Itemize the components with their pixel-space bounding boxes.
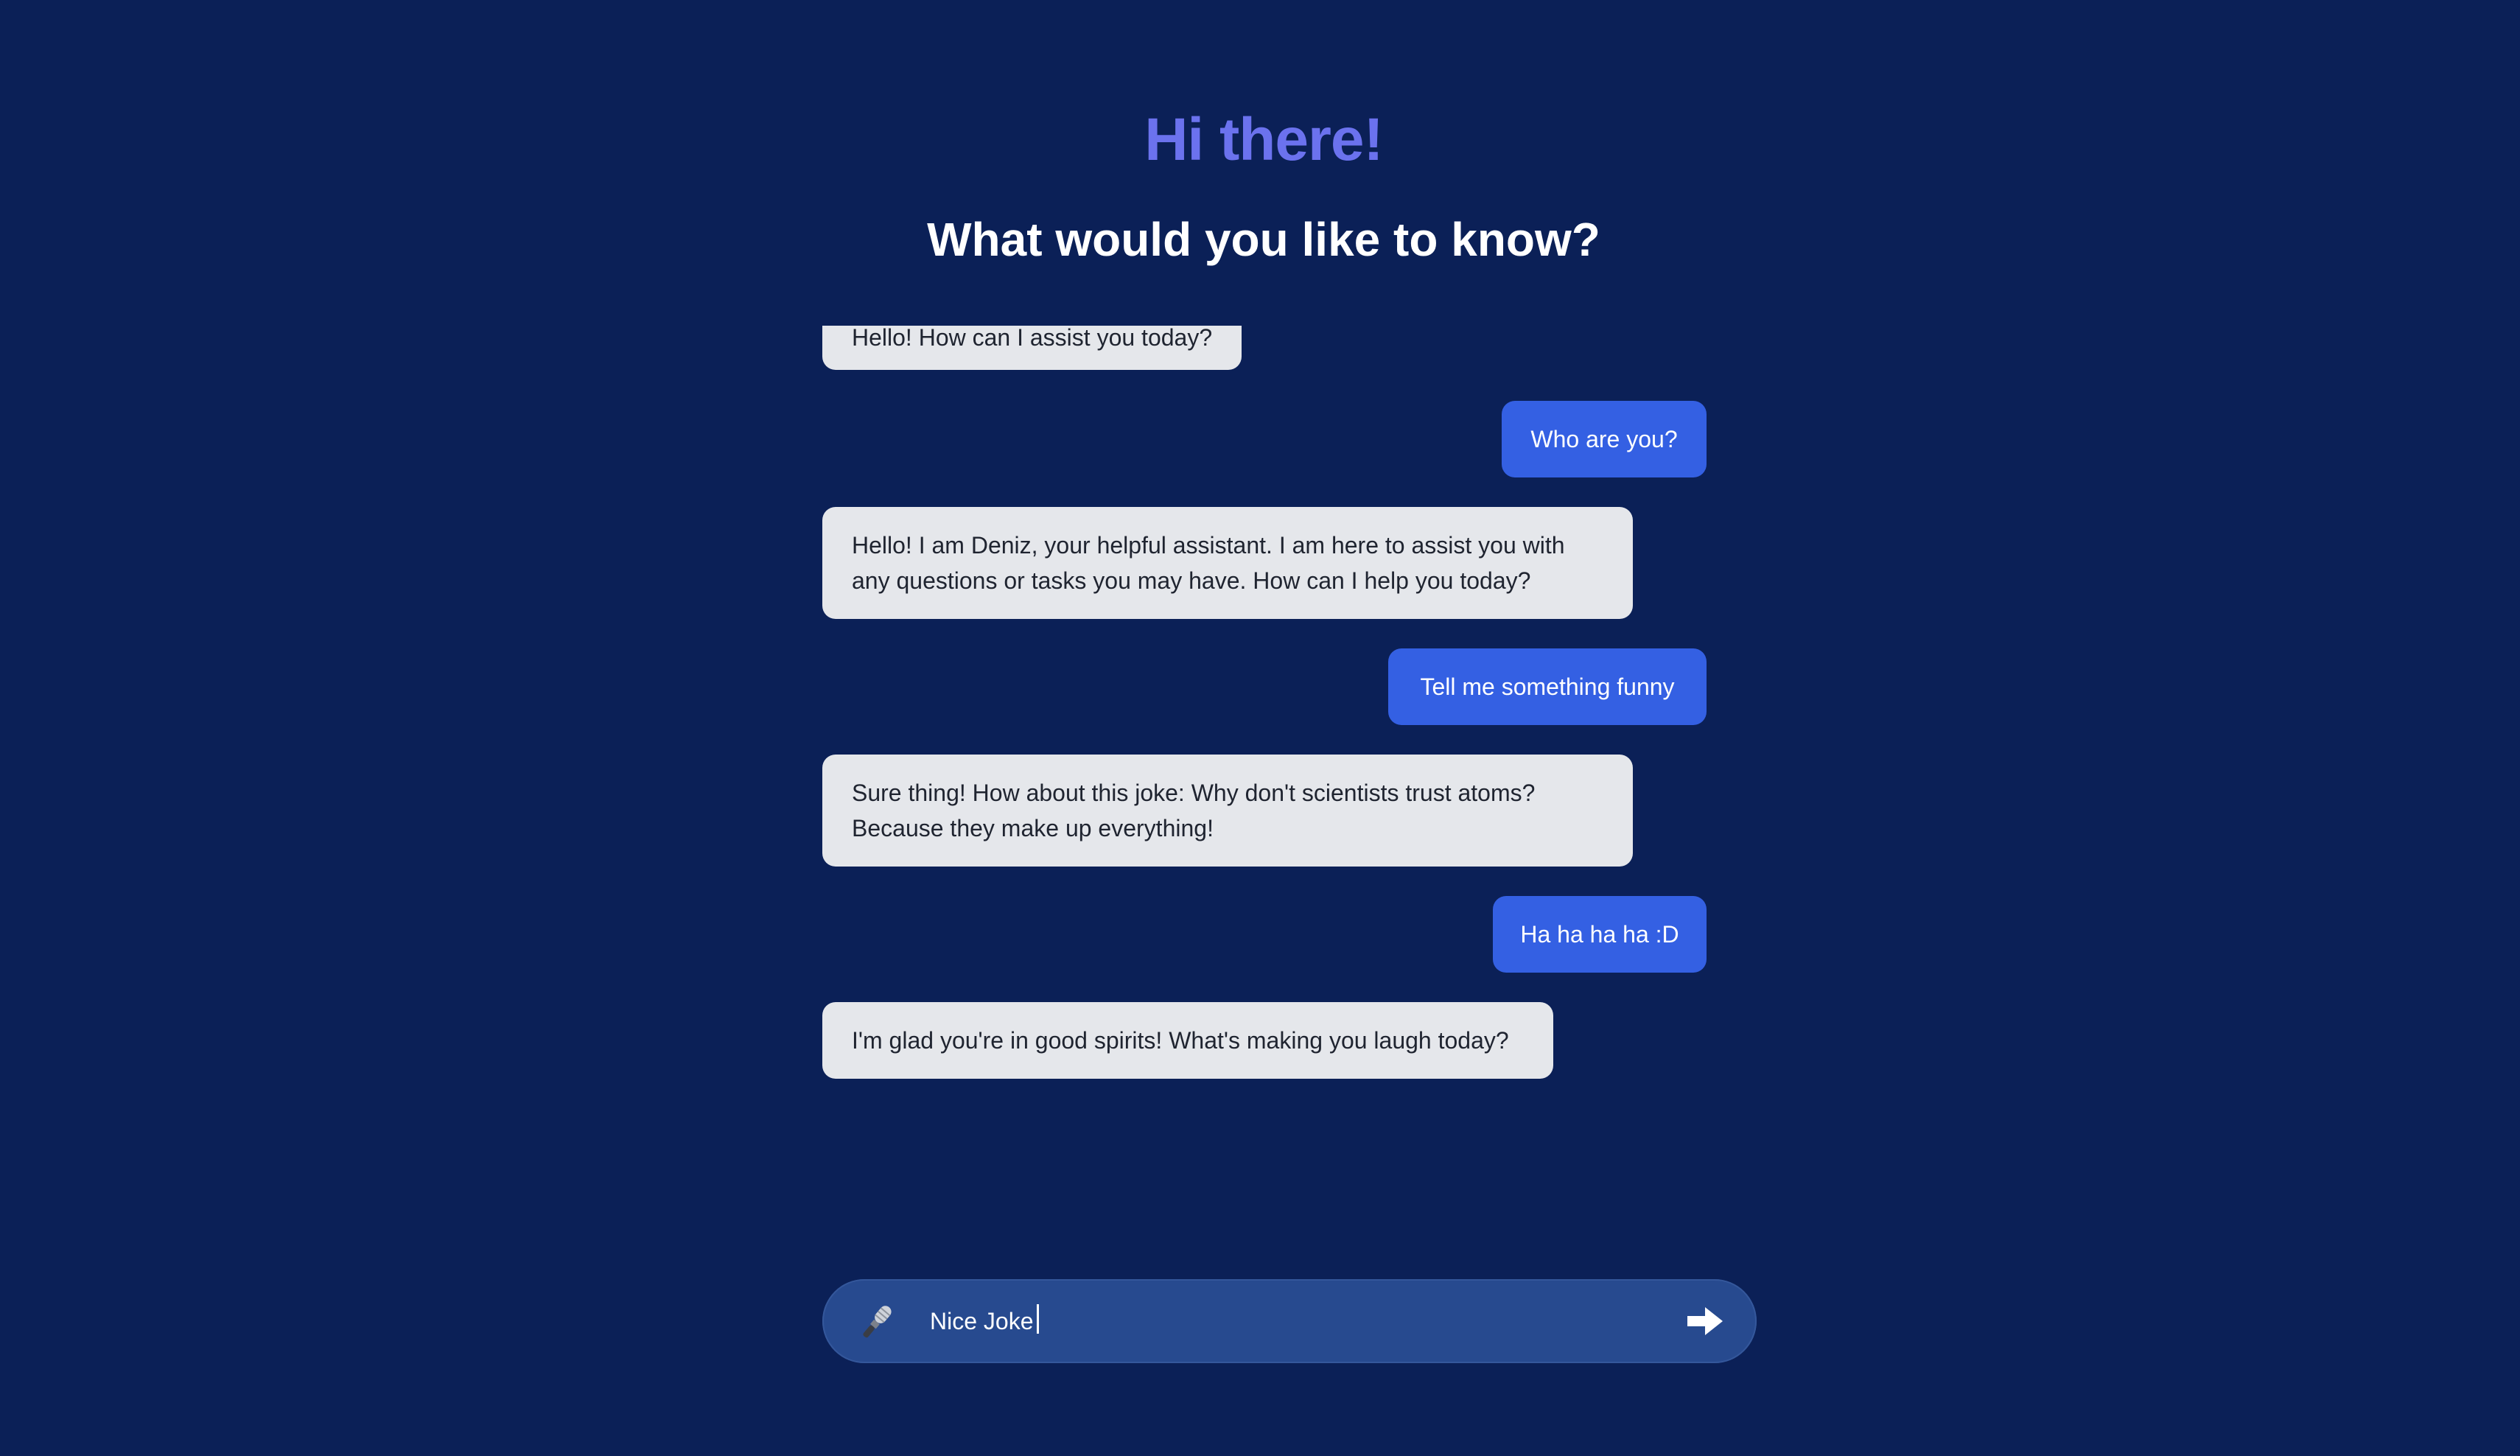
assistant-message: Hello! How can I assist you today? xyxy=(822,326,1242,370)
page-subtitle: What would you like to know? xyxy=(927,213,1600,266)
assistant-message: I'm glad you're in good spirits! What's … xyxy=(822,1002,1553,1079)
user-message: Who are you? xyxy=(1502,401,1707,477)
greeting-title: Hi there! xyxy=(1144,106,1384,173)
text-caret xyxy=(1037,1304,1039,1334)
user-message: Tell me something funny xyxy=(1388,648,1707,725)
message-text: Ha ha ha ha :D xyxy=(1520,921,1679,948)
message-text: Hello! How can I assist you today? xyxy=(852,326,1213,351)
message-composer[interactable] xyxy=(822,1279,1757,1363)
message-text-line: Hello! I am Deniz, your helpful assistan… xyxy=(852,532,1565,559)
chat-page: Hi there! What would you like to know? H… xyxy=(0,0,2520,1456)
message-list[interactable]: Hello! How can I assist you today? Who a… xyxy=(822,326,1707,1136)
arrow-right-icon xyxy=(1687,1307,1723,1335)
message-text: Tell me something funny xyxy=(1420,673,1675,700)
assistant-message: Sure thing! How about this joke: Why don… xyxy=(822,755,1633,867)
message-text: Who are you? xyxy=(1530,426,1678,452)
message-text-line: Sure thing! How about this joke: Why don… xyxy=(852,780,1536,806)
message-text: I'm glad you're in good spirits! What's … xyxy=(852,1027,1509,1054)
microphone-icon[interactable] xyxy=(855,1300,899,1344)
assistant-message: Hello! I am Deniz, your helpful assistan… xyxy=(822,507,1633,619)
message-text-line: any questions or tasks you may have. How… xyxy=(852,567,1531,594)
send-button[interactable] xyxy=(1684,1303,1726,1340)
user-message: Ha ha ha ha :D xyxy=(1493,896,1707,973)
message-text-line: Because they make up everything! xyxy=(852,815,1214,841)
